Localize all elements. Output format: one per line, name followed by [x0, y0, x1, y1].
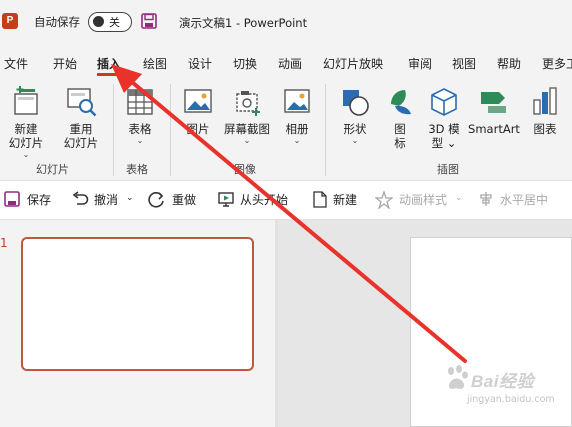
3d-model-label-1: 3D 模 [428, 122, 460, 136]
tab-transitions[interactable]: 切换 [233, 55, 257, 72]
tab-draw[interactable]: 绘图 [143, 55, 167, 72]
ribbon-tabs: 文件 开始 插入 绘图 设计 切换 动画 幻灯片放映 审阅 视图 帮助 更多工 [0, 46, 572, 76]
3d-model-label-2: 型 ⌄ [431, 136, 457, 150]
quick-access-toolbar: 保存 撤消 ⌄ 重做 从头开始 新建 动画样式 ⌄ 水平居中 [0, 180, 572, 220]
shapes-icon [343, 90, 369, 116]
chevron-down-icon[interactable]: ⌄ [126, 193, 134, 203]
smartart-label: SmartArt [468, 122, 520, 136]
toolbar-new[interactable]: 新建 [333, 191, 357, 208]
3d-model-icon [431, 88, 457, 116]
new-slide-label-2: 幻灯片 [8, 136, 44, 150]
group-label-slides: 幻灯片 [36, 163, 69, 176]
toolbar-save[interactable]: 保存 [27, 191, 51, 208]
photo-album-label: 相册 [285, 122, 309, 136]
icons-label-2: 标 [394, 136, 406, 150]
tab-review[interactable]: 审阅 [408, 55, 432, 72]
new-slide-icon [14, 86, 38, 115]
group-label-tables: 表格 [126, 163, 148, 176]
ribbon-separator [325, 84, 326, 176]
chart-label: 图表 [533, 122, 557, 136]
screenshot-icon [236, 91, 260, 116]
picture-label: 图片 [186, 122, 210, 136]
toolbar-animation-styles: 动画样式 [399, 193, 448, 207]
table-button[interactable]: 表格 ⌄ [120, 86, 160, 145]
chevron-down-icon: ⌄ [243, 136, 251, 145]
tab-slideshow[interactable]: 幻灯片放映 [323, 55, 383, 72]
title-bar: P 自动保存 关 演示文稿1 - PowerPoint [0, 0, 572, 46]
undo-icon[interactable] [71, 191, 89, 207]
photo-album-button[interactable]: 相册 ⌄ [280, 86, 314, 145]
save-icon[interactable] [141, 13, 157, 29]
autosave-toggle[interactable]: 关 [88, 12, 132, 32]
chart-button[interactable]: 图表 [528, 86, 562, 136]
tab-file[interactable]: 文件 [4, 55, 28, 72]
toolbar-from-start[interactable]: 从头开始 [240, 191, 288, 208]
smartart-icon [481, 92, 506, 113]
chevron-down-icon: ⌄ [293, 136, 301, 145]
chevron-down-icon: ⌄ [136, 136, 144, 145]
slideshow-from-start-icon[interactable] [218, 191, 234, 207]
picture-icon [184, 89, 212, 113]
group-label-illustrations: 插图 [437, 163, 459, 176]
chart-icon [533, 87, 557, 115]
autosave-label: 自动保存 [34, 15, 80, 29]
slide-thumbnail[interactable] [21, 237, 254, 371]
powerpoint-logo-icon: P [2, 13, 18, 29]
save-icon[interactable] [4, 191, 20, 207]
tab-view[interactable]: 视图 [452, 55, 476, 72]
table-icon [127, 89, 153, 115]
shapes-button[interactable]: 形状 ⌄ [336, 86, 374, 145]
redo-icon[interactable] [148, 191, 166, 209]
chevron-down-icon: ⌄ [351, 136, 359, 145]
toolbar-align-center: 水平居中 [500, 193, 549, 207]
ribbon-insert: 新建 幻灯片 ⌄ 重用 幻灯片 幻灯片 表格 ⌄ 表格 图片 屏幕截图 ⌄ 相册… [0, 76, 572, 180]
smartart-button[interactable]: SmartArt [466, 86, 522, 136]
chevron-down-icon: ⌄ [455, 193, 463, 203]
new-slide-label-1: 新建 [14, 122, 38, 136]
toggle-knob [93, 16, 104, 27]
reuse-slides-label-1: 重用 [69, 122, 93, 136]
table-label: 表格 [128, 122, 152, 136]
reuse-slides-label-2: 幻灯片 [63, 136, 99, 150]
photo-album-icon [284, 89, 310, 113]
reuse-slides-icon [67, 88, 97, 117]
align-center-icon [480, 192, 492, 206]
watermark-url: jingyan.baidu.com [467, 394, 555, 405]
slide-thumbnail-pane: 1 [0, 220, 275, 427]
chevron-down-icon: ⌄ [22, 150, 30, 159]
ribbon-separator [113, 84, 114, 176]
new-slide-button[interactable]: 新建 幻灯片 ⌄ [6, 86, 46, 159]
group-label-images: 图像 [234, 163, 256, 176]
watermark-brand: Bai经验 [471, 372, 534, 391]
screenshot-button[interactable]: 屏幕截图 ⌄ [221, 86, 273, 145]
tab-design[interactable]: 设计 [188, 55, 212, 72]
tab-home[interactable]: 开始 [53, 55, 77, 72]
paw-logo-icon [448, 365, 468, 389]
animation-star-icon [375, 191, 393, 209]
icons-icon [391, 90, 411, 115]
slide-number: 1 [0, 236, 8, 250]
3d-model-button[interactable]: 3D 模 型 ⌄ [424, 86, 464, 150]
screenshot-label: 屏幕截图 [224, 122, 270, 136]
autosave-state: 关 [109, 16, 120, 29]
ribbon-separator [170, 84, 171, 176]
picture-button[interactable]: 图片 [180, 86, 216, 136]
reuse-slides-button[interactable]: 重用 幻灯片 [60, 86, 102, 150]
toolbar-redo[interactable]: 重做 [172, 191, 196, 208]
document-title: 演示文稿1 - PowerPoint [179, 16, 308, 30]
tab-help[interactable]: 帮助 [497, 55, 521, 72]
watermark: Bai经验 jingyan.baidu.com [445, 363, 567, 413]
icons-button[interactable]: 图 标 [384, 86, 416, 150]
shapes-label: 形状 [343, 122, 367, 136]
tab-more[interactable]: 更多工 [542, 55, 572, 72]
icons-label-1: 图 [394, 122, 406, 136]
toolbar-undo[interactable]: 撤消 [94, 191, 118, 208]
new-document-icon[interactable] [313, 191, 327, 208]
tab-insert[interactable]: 插入 [97, 55, 121, 72]
tab-animations[interactable]: 动画 [278, 55, 302, 72]
